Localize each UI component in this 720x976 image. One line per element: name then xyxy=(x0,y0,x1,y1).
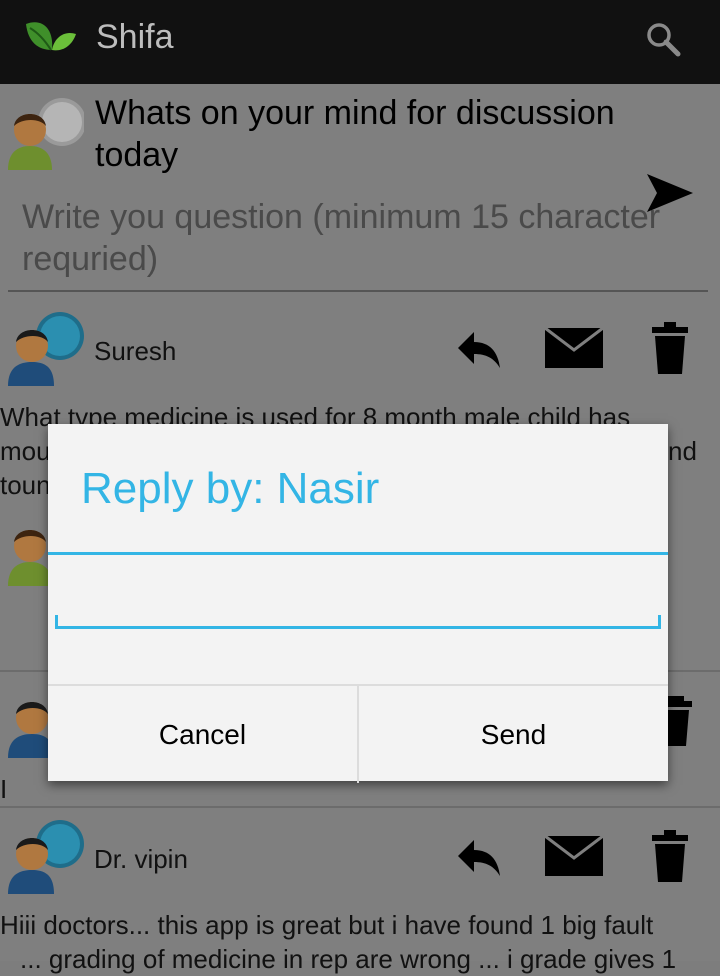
mail-icon[interactable] xyxy=(544,834,604,878)
send-icon[interactable] xyxy=(645,170,695,216)
post-body-line: I xyxy=(0,774,8,804)
action-bar: Shifa xyxy=(0,0,720,84)
divider xyxy=(0,806,720,808)
reply-icon[interactable] xyxy=(456,328,502,370)
avatar-suresh-icon xyxy=(8,312,84,386)
app-title: Shifa xyxy=(96,18,174,56)
user-avatar-icon xyxy=(8,98,84,170)
avatar-vipin-icon xyxy=(8,820,84,894)
reply-input[interactable] xyxy=(55,584,661,629)
post-body-line: ... grading of medicine in rep are wrong… xyxy=(20,944,677,974)
dialog-button-bar: Cancel Send xyxy=(48,684,668,783)
reply-dialog: Reply by: Nasir Cancel Send xyxy=(48,424,668,783)
search-icon[interactable] xyxy=(644,20,682,58)
post-body-line: nd xyxy=(668,436,697,466)
question-placeholder: Write you question (minimum 15 character… xyxy=(22,198,661,278)
cancel-button[interactable]: Cancel xyxy=(48,686,357,783)
trash-icon[interactable] xyxy=(650,830,690,882)
post-author: Suresh xyxy=(94,336,177,366)
reply-icon[interactable] xyxy=(456,836,502,878)
question-input[interactable]: Write you question (minimum 15 character… xyxy=(8,196,708,292)
mail-icon[interactable] xyxy=(544,326,604,370)
compose-title: Whats on your mind for discussion today xyxy=(95,94,615,174)
leaf-logo-icon xyxy=(26,22,76,51)
trash-icon[interactable] xyxy=(650,322,690,374)
input-underline-tick xyxy=(658,615,661,627)
post-body-line: Hiii doctors... this app is great but i … xyxy=(0,910,654,940)
dialog-title-divider xyxy=(48,552,668,555)
dialog-title: Reply by: Nasir xyxy=(81,464,380,513)
send-button[interactable]: Send xyxy=(359,686,668,783)
post-author: Dr. vipin xyxy=(94,844,188,874)
input-underline-tick xyxy=(55,615,58,627)
